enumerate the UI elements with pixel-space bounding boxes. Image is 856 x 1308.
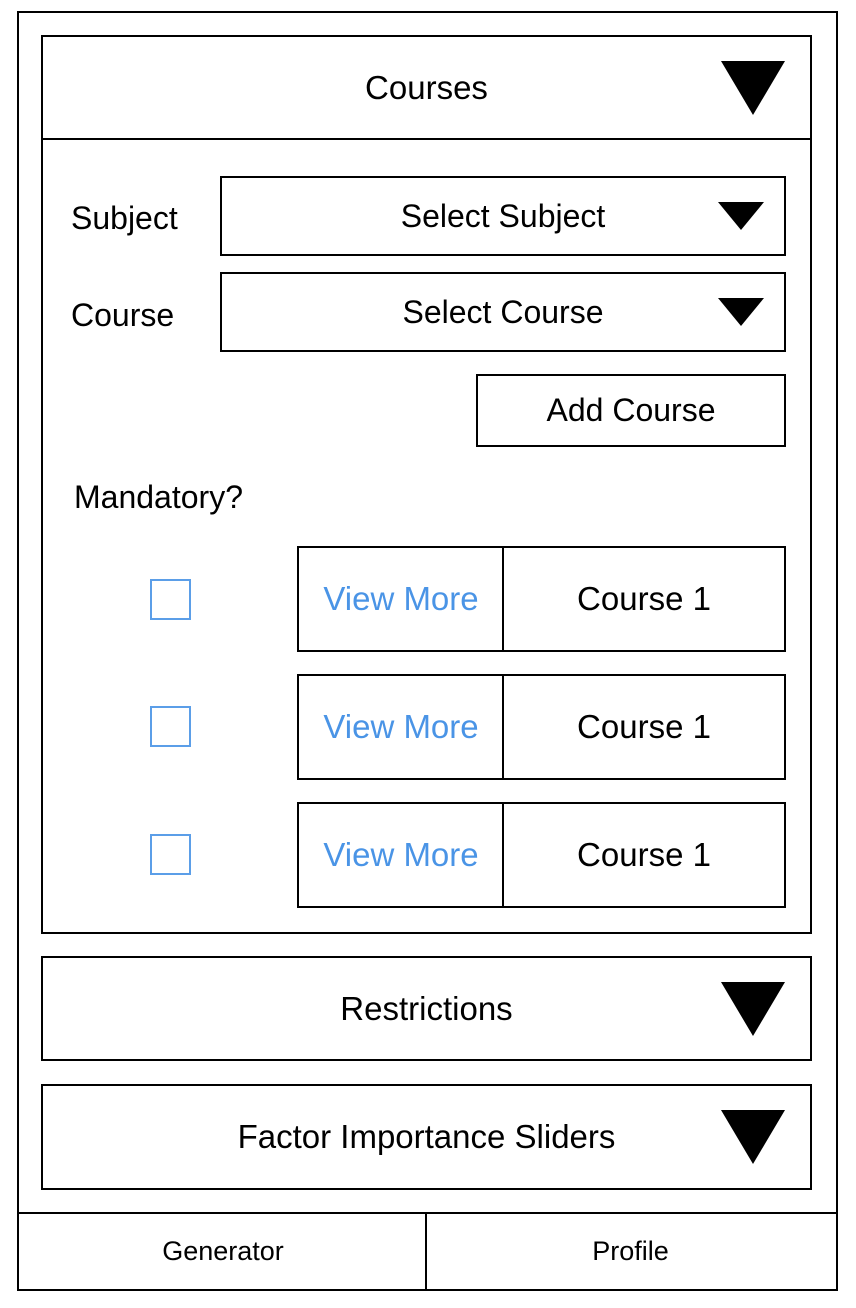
tab-profile[interactable]: Profile: [427, 1214, 834, 1289]
view-more-button[interactable]: View More: [297, 546, 505, 652]
tab-profile-label: Profile: [592, 1236, 669, 1266]
view-more-button[interactable]: View More: [297, 674, 505, 780]
tab-generator[interactable]: Generator: [19, 1214, 427, 1289]
subject-select[interactable]: Select Subject: [220, 176, 786, 256]
course-name-cell: Course 1: [502, 546, 786, 652]
restrictions-accordion-title: Restrictions: [340, 989, 513, 1027]
caret-down-icon: [718, 298, 764, 326]
restrictions-accordion-header[interactable]: Restrictions: [41, 956, 812, 1061]
courses-accordion-header[interactable]: Courses: [41, 35, 812, 140]
course-select-value: Select Course: [402, 293, 604, 330]
chevron-down-icon[interactable]: [721, 982, 785, 1036]
course-name: Course 1: [577, 708, 711, 745]
course-name-cell: Course 1: [502, 674, 786, 780]
view-more-link[interactable]: View More: [323, 708, 478, 746]
chevron-down-icon[interactable]: [721, 61, 785, 115]
view-more-link[interactable]: View More: [323, 836, 478, 874]
add-course-button[interactable]: Add Course: [476, 374, 786, 447]
subject-label: Subject: [71, 199, 178, 236]
mandatory-checkbox[interactable]: [150, 579, 191, 620]
course-name: Course 1: [577, 836, 711, 873]
factor-sliders-accordion-title: Factor Importance Sliders: [237, 1118, 616, 1155]
mandatory-checkbox[interactable]: [150, 706, 191, 747]
chevron-down-icon[interactable]: [721, 1110, 785, 1164]
mandatory-checkbox[interactable]: [150, 834, 191, 875]
view-more-button[interactable]: View More: [297, 802, 505, 908]
course-name-cell: Course 1: [502, 802, 786, 908]
course-select[interactable]: Select Course: [220, 272, 786, 352]
add-course-button-label: Add Course: [546, 392, 716, 428]
bottom-nav: Generator Profile: [17, 1212, 838, 1291]
mandatory-label: Mandatory?: [74, 478, 243, 515]
course-label: Course: [71, 296, 175, 333]
factor-sliders-accordion-header[interactable]: Factor Importance Sliders: [41, 1084, 812, 1190]
courses-accordion-title: Courses: [365, 68, 488, 106]
view-more-link[interactable]: View More: [323, 580, 478, 618]
tab-generator-label: Generator: [162, 1236, 284, 1266]
subject-select-value: Select Subject: [400, 197, 606, 234]
course-name: Course 1: [577, 580, 711, 617]
caret-down-icon: [718, 202, 764, 230]
